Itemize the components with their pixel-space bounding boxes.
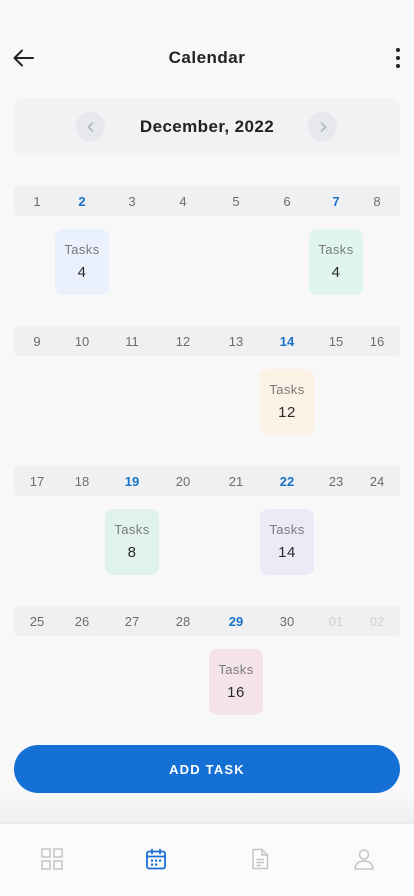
day-cell[interactable]: 28 xyxy=(168,614,198,629)
day-cell[interactable]: 12 xyxy=(168,334,198,349)
task-card-count: 4 xyxy=(77,264,87,281)
week-row: 9 10 11 12 13 14 15 16 xyxy=(14,326,400,356)
more-vertical-icon xyxy=(396,48,400,52)
day-cell[interactable]: 13 xyxy=(221,334,251,349)
day-cell[interactable]: 19 xyxy=(117,474,147,489)
day-cell[interactable]: 30 xyxy=(272,614,302,629)
tab-profile[interactable] xyxy=(351,846,377,872)
day-cell[interactable]: 9 xyxy=(22,334,52,349)
task-card-count: 12 xyxy=(278,404,296,421)
day-cell[interactable]: 17 xyxy=(22,474,52,489)
day-cell[interactable]: 27 xyxy=(117,614,147,629)
top-bar: Calendar xyxy=(0,0,414,100)
task-card[interactable]: Tasks 12 xyxy=(260,369,314,435)
task-card-label: Tasks xyxy=(318,242,354,257)
task-card[interactable]: Tasks 8 xyxy=(105,509,159,575)
day-cell[interactable]: 14 xyxy=(272,334,302,349)
day-cell[interactable]: 29 xyxy=(221,614,251,629)
task-card-count: 16 xyxy=(227,684,245,701)
user-icon xyxy=(354,849,374,870)
day-cell[interactable]: 20 xyxy=(168,474,198,489)
week-row: 17 18 19 20 21 22 23 24 xyxy=(14,466,400,496)
day-cell[interactable]: 11 xyxy=(117,334,147,349)
task-card-label: Tasks xyxy=(64,242,100,257)
day-cell[interactable]: 16 xyxy=(362,334,392,349)
day-cell[interactable]: 10 xyxy=(67,334,97,349)
document-icon xyxy=(252,848,269,870)
calendar-icon xyxy=(146,848,166,870)
day-cell[interactable]: 23 xyxy=(321,474,351,489)
task-card-label: Tasks xyxy=(269,382,305,397)
day-cell[interactable]: 26 xyxy=(67,614,97,629)
bottom-tab-bar xyxy=(0,824,414,896)
day-cell[interactable]: 02 xyxy=(362,614,392,629)
day-cell[interactable]: 01 xyxy=(321,614,351,629)
bottom-fade xyxy=(0,795,414,825)
task-card[interactable]: Tasks 14 xyxy=(260,509,314,575)
tab-documents[interactable] xyxy=(247,846,273,872)
day-cell[interactable]: 21 xyxy=(221,474,251,489)
month-navigator: December, 2022 xyxy=(14,98,400,155)
week-row: 25 26 27 28 29 30 01 02 xyxy=(14,606,400,636)
day-cell[interactable]: 7 xyxy=(321,194,351,209)
task-card-count: 14 xyxy=(278,544,296,561)
task-card[interactable]: Tasks 4 xyxy=(55,229,109,295)
tab-calendar[interactable] xyxy=(143,846,169,872)
day-cell[interactable]: 15 xyxy=(321,334,351,349)
task-card[interactable]: Tasks 16 xyxy=(209,649,263,715)
task-card-label: Tasks xyxy=(269,522,305,537)
day-cell[interactable]: 1 xyxy=(22,194,52,209)
day-cell[interactable]: 24 xyxy=(362,474,392,489)
next-month-button[interactable] xyxy=(308,112,337,141)
task-card-count: 8 xyxy=(127,544,137,561)
task-card-label: Tasks xyxy=(218,662,254,677)
chevron-right-icon xyxy=(320,121,326,132)
add-task-button[interactable]: ADD TASK xyxy=(14,745,400,793)
task-card-count: 4 xyxy=(331,264,341,281)
grid-icon xyxy=(41,848,63,870)
day-cell[interactable]: 4 xyxy=(168,194,198,209)
week-row: 12 3 4 5 6 78 xyxy=(14,186,400,216)
day-cell[interactable]: 22 xyxy=(272,474,302,489)
month-label: December, 2022 xyxy=(139,117,275,136)
page-title: Calendar xyxy=(168,48,246,67)
day-cell[interactable]: 5 xyxy=(221,194,251,209)
task-card-label: Tasks xyxy=(114,522,150,537)
task-card[interactable]: Tasks 4 xyxy=(309,229,363,295)
day-cell[interactable]: 6 xyxy=(272,194,302,209)
day-cell[interactable]: 3 xyxy=(117,194,147,209)
day-cell[interactable]: 8 xyxy=(362,194,392,209)
day-cell[interactable]: 18 xyxy=(67,474,97,489)
tab-dashboard[interactable] xyxy=(39,846,65,872)
day-cell[interactable]: 25 xyxy=(22,614,52,629)
more-options-button[interactable] xyxy=(388,44,408,72)
day-cell[interactable]: 2 xyxy=(67,194,97,209)
